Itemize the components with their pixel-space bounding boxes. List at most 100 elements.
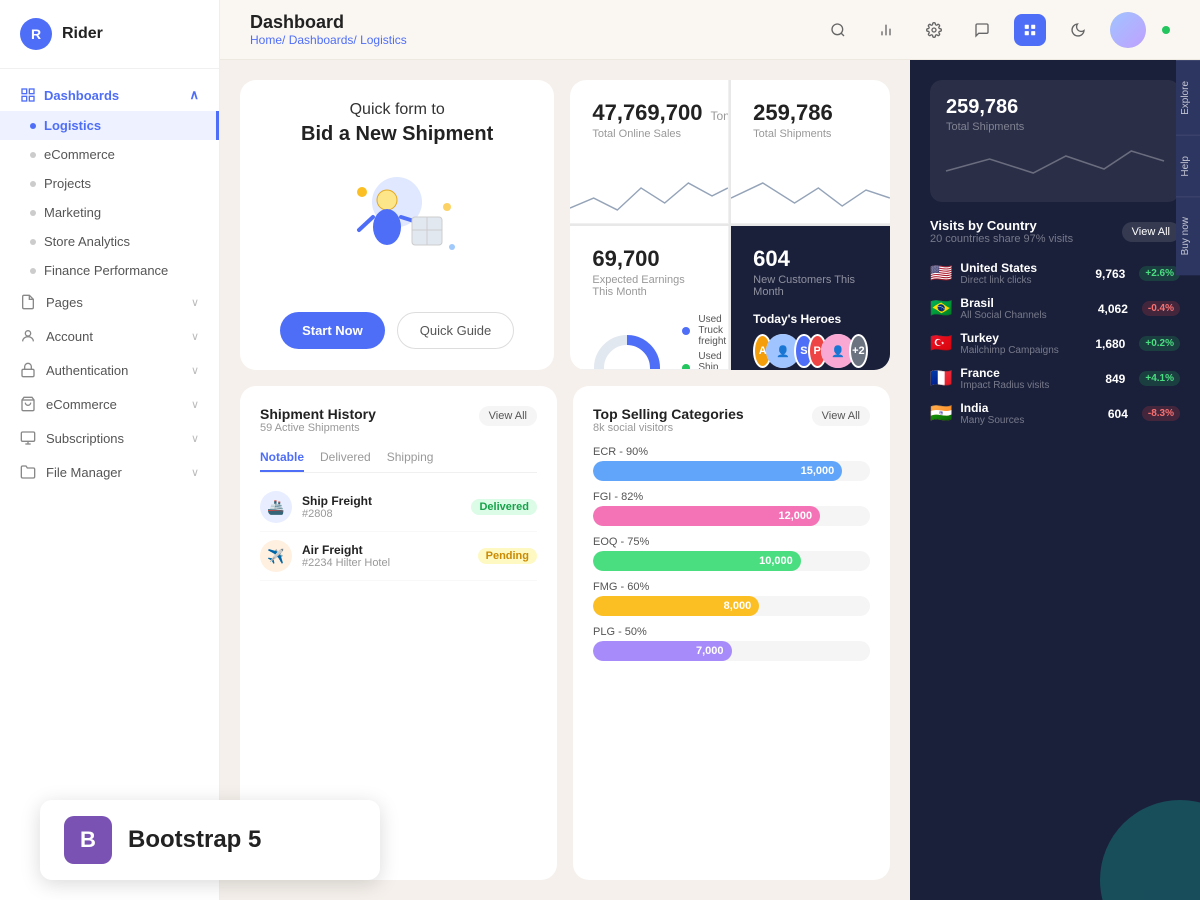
top-row: Quick form to Bid a New Shipment xyxy=(220,60,910,370)
subscriptions-section[interactable]: Subscriptions ∨ xyxy=(0,421,219,455)
dashboards-section[interactable]: Dashboards ∧ xyxy=(0,79,219,111)
hero-card: Quick form to Bid a New Shipment xyxy=(240,80,554,370)
sidebar-item-logistics[interactable]: Logistics xyxy=(0,111,219,140)
ship-info-2: Air Freight #2234 Hilter Hotel xyxy=(302,543,390,569)
earnings-value: 69,700 xyxy=(592,246,659,271)
tab-shipping[interactable]: Shipping xyxy=(387,444,434,472)
chevron-down-icon: ∨ xyxy=(191,432,199,445)
right-panel: Explore Help Buy now 259,786 Total Shipm… xyxy=(910,60,1200,900)
analytics-button[interactable] xyxy=(870,14,902,46)
breadcrumb-current: Logistics xyxy=(360,33,407,47)
file-manager-label: File Manager xyxy=(46,465,122,480)
ecommerce-icon xyxy=(20,396,36,412)
svg-text:👤: 👤 xyxy=(777,345,791,358)
nav-dot xyxy=(30,152,36,158)
nav-dot xyxy=(30,210,36,216)
settings-button[interactable] xyxy=(918,14,950,46)
chevron-down-icon: ∨ xyxy=(191,330,199,343)
account-label: Account xyxy=(46,329,93,344)
theme-toggle[interactable] xyxy=(1062,14,1094,46)
country-count-us: 9,763 xyxy=(1095,267,1125,281)
country-item-in: 🇮🇳 India Many Sources 604 -8.3% xyxy=(930,401,1180,426)
earnings-card: 69,700 Expected Earnings This Month xyxy=(570,226,729,370)
help-tab[interactable]: Help xyxy=(1176,135,1200,197)
tab-delivered[interactable]: Delivered xyxy=(320,444,371,472)
sidebar: R Rider Dashboards ∧ Logistics eCommerce… xyxy=(0,0,220,900)
visits-title: Visits by Country xyxy=(930,218,1073,233)
search-button[interactable] xyxy=(822,14,854,46)
total-sales-label: Total Online Sales xyxy=(592,128,706,140)
shipment-history-sub: 59 Active Shipments xyxy=(260,422,376,434)
ecommerce-section[interactable]: eCommerce ∨ xyxy=(0,387,219,421)
sidebar-item-label: Projects xyxy=(44,176,91,191)
authentication-section[interactable]: Authentication ∨ xyxy=(0,353,219,387)
country-info-br: Brasil All Social Channels xyxy=(960,296,1089,321)
total-sales-card: 47,769,700 Tons Total Online Sales xyxy=(570,80,729,224)
sidebar-item-label: Store Analytics xyxy=(44,234,130,249)
bar-track-ecr: 15,000 xyxy=(593,461,870,481)
nav-dot xyxy=(30,123,36,129)
country-change-tr: +0.2% xyxy=(1139,336,1180,351)
analytics-icon xyxy=(878,22,894,38)
shipment-view-all-button[interactable]: View All xyxy=(479,406,537,426)
page-title: Dashboard xyxy=(250,12,407,33)
country-count-fr: 849 xyxy=(1105,372,1125,386)
ship-info-1: Ship Freight #2808 xyxy=(302,494,372,520)
dark-shipments-card: 259,786 Total Shipments xyxy=(930,80,1180,202)
chevron-down-icon: ∨ xyxy=(191,296,199,309)
ship-icon-2: ✈️ xyxy=(260,540,292,572)
quick-guide-button[interactable]: Quick Guide xyxy=(397,312,515,349)
user-avatar[interactable] xyxy=(1110,12,1146,48)
bootstrap-banner: B Bootstrap 5 xyxy=(40,800,380,880)
total-shipments-label: Total Shipments xyxy=(753,128,868,140)
subscriptions-label: Subscriptions xyxy=(46,431,124,446)
start-now-button[interactable]: Start Now xyxy=(280,312,385,349)
chevron-down-icon: ∨ xyxy=(191,364,199,377)
visits-subtitle: 20 countries share 97% visits xyxy=(930,233,1073,245)
grid-button[interactable] xyxy=(1014,14,1046,46)
sales-value-row: 47,769,700 Tons xyxy=(592,100,706,126)
bar-label-ecr: ECR - 90% xyxy=(593,446,870,458)
country-info-tr: Turkey Mailchimp Campaigns xyxy=(960,331,1087,356)
buy-now-tab[interactable]: Buy now xyxy=(1176,196,1200,275)
file-manager-section[interactable]: File Manager ∨ xyxy=(0,455,219,489)
country-count-tr: 1,680 xyxy=(1095,337,1125,351)
sidebar-item-marketing[interactable]: Marketing xyxy=(0,198,219,227)
tab-notable[interactable]: Notable xyxy=(260,444,304,472)
country-name-br: Brasil xyxy=(960,296,1089,310)
sidebar-item-ecommerce[interactable]: eCommerce xyxy=(0,140,219,169)
pages-icon xyxy=(20,294,36,310)
ship-id-1: #2808 xyxy=(302,508,372,520)
side-tabs: Explore Help Buy now xyxy=(1176,60,1200,276)
donut-legend: Used Truck freight 45% Used Ship freight… xyxy=(682,314,729,370)
sales-chart xyxy=(570,168,728,223)
flag-br: 🇧🇷 xyxy=(930,298,952,319)
authentication-label: Authentication xyxy=(46,363,128,378)
hero-title: Bid a New Shipment xyxy=(301,123,493,146)
dark-shipments-chart xyxy=(946,141,1164,181)
chat-icon xyxy=(974,22,990,38)
top-selling-sub: 8k social visitors xyxy=(593,422,744,434)
sidebar-item-store-analytics[interactable]: Store Analytics xyxy=(0,227,219,256)
hero-illustration xyxy=(317,172,477,292)
sidebar-item-finance-performance[interactable]: Finance Performance xyxy=(0,256,219,285)
ecommerce-label: eCommerce xyxy=(46,397,117,412)
visits-view-all-button[interactable]: View All xyxy=(1122,222,1180,242)
selling-view-all-button[interactable]: View All xyxy=(812,406,870,426)
account-section[interactable]: Account ∨ xyxy=(0,319,219,353)
explore-tab[interactable]: Explore xyxy=(1176,60,1200,135)
visits-section: Visits by Country 20 countries share 97%… xyxy=(910,202,1200,454)
bar-fmg: FMG - 60% 8,000 xyxy=(593,581,870,616)
nav-dot xyxy=(30,268,36,274)
breadcrumb-dashboards[interactable]: Dashboards/ xyxy=(289,33,357,47)
chat-button[interactable] xyxy=(966,14,998,46)
breadcrumb-home[interactable]: Home/ xyxy=(250,33,285,47)
ship-name-2: Air Freight xyxy=(302,543,390,557)
flag-in: 🇮🇳 xyxy=(930,403,952,424)
sidebar-item-projects[interactable]: Projects xyxy=(0,169,219,198)
app-name: Rider xyxy=(62,25,103,43)
country-count-br: 4,062 xyxy=(1098,302,1128,316)
bar-fill-plg: 7,000 xyxy=(593,641,732,661)
country-name-in: India xyxy=(960,401,1099,415)
pages-section[interactable]: Pages ∨ xyxy=(0,285,219,319)
